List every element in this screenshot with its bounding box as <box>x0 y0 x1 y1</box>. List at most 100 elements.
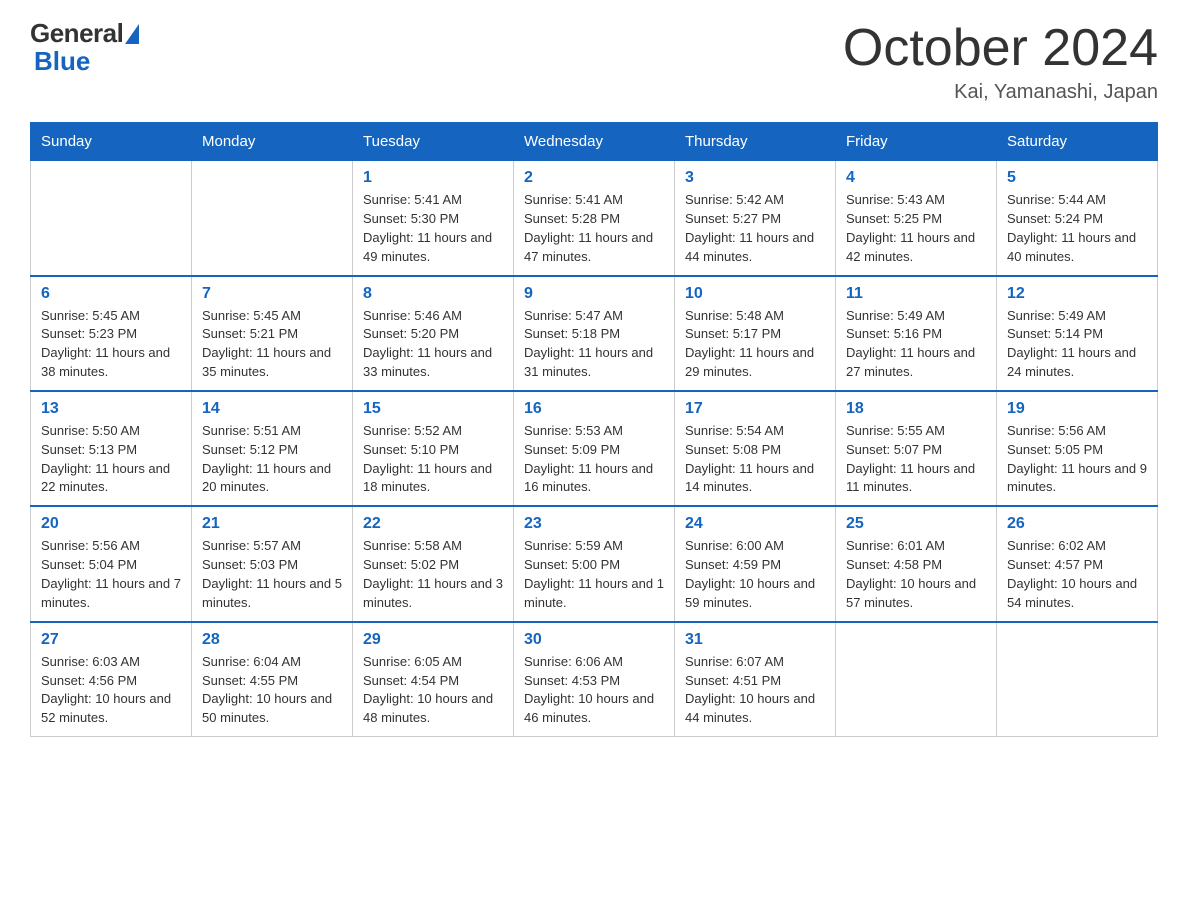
day-info: Sunrise: 5:57 AM Sunset: 5:03 PM Dayligh… <box>202 537 342 612</box>
day-info: Sunrise: 5:51 AM Sunset: 5:12 PM Dayligh… <box>202 422 342 497</box>
day-number: 26 <box>1007 515 1147 533</box>
weekday-header: Thursday <box>675 123 836 161</box>
day-info: Sunrise: 5:54 AM Sunset: 5:08 PM Dayligh… <box>685 422 825 497</box>
day-info: Sunrise: 6:04 AM Sunset: 4:55 PM Dayligh… <box>202 653 342 728</box>
day-info: Sunrise: 6:01 AM Sunset: 4:58 PM Dayligh… <box>846 537 986 612</box>
day-number: 21 <box>202 515 342 533</box>
day-info: Sunrise: 5:46 AM Sunset: 5:20 PM Dayligh… <box>363 307 503 382</box>
calendar-cell: 3Sunrise: 5:42 AM Sunset: 5:27 PM Daylig… <box>675 161 836 276</box>
weekday-header-row: SundayMondayTuesdayWednesdayThursdayFrid… <box>31 123 1158 161</box>
day-number: 10 <box>685 285 825 303</box>
logo-general-text: General <box>30 20 123 46</box>
calendar-week-row: 1 Sunrise: 5:41 AM Sunset: 5:30 PM Daylig… <box>31 161 1158 276</box>
calendar-cell: 29 Sunrise: 6:05 AM Sunset: 4:54 PM Dayli… <box>353 622 514 737</box>
day-info: Sunrise: 5:56 AM Sunset: 5:05 PM Dayligh… <box>1007 422 1147 497</box>
calendar-week-row: 27Sunrise: 6:03 AM Sunset: 4:56 PM Dayli… <box>31 622 1158 737</box>
day-number: 18 <box>846 400 986 418</box>
calendar-cell: 5 Sunrise: 5:44 AM Sunset: 5:24 PM Daylig… <box>997 161 1158 276</box>
calendar-cell: 17 Sunrise: 5:54 AM Sunset: 5:08 PM Dayli… <box>675 391 836 506</box>
calendar-cell: 22 Sunrise: 5:58 AM Sunset: 5:02 PM Dayli… <box>353 506 514 621</box>
day-info: Sunrise: 5:45 AM Sunset: 5:23 PM Dayligh… <box>41 307 181 382</box>
day-number: 25 <box>846 515 986 533</box>
calendar-cell: 16 Sunrise: 5:53 AM Sunset: 5:09 PM Dayli… <box>514 391 675 506</box>
calendar-cell: 2Sunrise: 5:41 AM Sunset: 5:28 PM Daylig… <box>514 161 675 276</box>
calendar-cell: 12 Sunrise: 5:49 AM Sunset: 5:14 PM Dayli… <box>997 276 1158 391</box>
page-header: General Blue October 2024 Kai, Yamanashi… <box>30 20 1158 104</box>
calendar-cell <box>192 161 353 276</box>
calendar-cell: 11 Sunrise: 5:49 AM Sunset: 5:16 PM Dayli… <box>836 276 997 391</box>
day-info: Sunrise: 6:05 AM Sunset: 4:54 PM Dayligh… <box>363 653 503 728</box>
weekday-header: Wednesday <box>514 123 675 161</box>
calendar-cell: 30 Sunrise: 6:06 AM Sunset: 4:53 PM Dayli… <box>514 622 675 737</box>
day-number: 30 <box>524 631 664 649</box>
calendar-week-row: 20 Sunrise: 5:56 AM Sunset: 5:04 PM Dayli… <box>31 506 1158 621</box>
location: Kai, Yamanashi, Japan <box>843 81 1158 104</box>
calendar-cell: 28Sunrise: 6:04 AM Sunset: 4:55 PM Dayli… <box>192 622 353 737</box>
calendar-week-row: 6 Sunrise: 5:45 AM Sunset: 5:23 PM Daylig… <box>31 276 1158 391</box>
calendar-cell: 9 Sunrise: 5:47 AM Sunset: 5:18 PM Daylig… <box>514 276 675 391</box>
day-number: 11 <box>846 285 986 303</box>
day-info: Sunrise: 5:41 AM Sunset: 5:30 PM Dayligh… <box>363 191 503 266</box>
calendar-cell: 26 Sunrise: 6:02 AM Sunset: 4:57 PM Dayli… <box>997 506 1158 621</box>
calendar-cell: 15 Sunrise: 5:52 AM Sunset: 5:10 PM Dayli… <box>353 391 514 506</box>
day-number: 27 <box>41 631 181 649</box>
day-info: Sunrise: 6:02 AM Sunset: 4:57 PM Dayligh… <box>1007 537 1147 612</box>
day-number: 5 <box>1007 169 1147 187</box>
logo: General Blue <box>30 20 139 74</box>
day-number: 1 <box>363 169 503 187</box>
day-info: Sunrise: 5:58 AM Sunset: 5:02 PM Dayligh… <box>363 537 503 612</box>
day-info: Sunrise: 5:44 AM Sunset: 5:24 PM Dayligh… <box>1007 191 1147 266</box>
day-number: 24 <box>685 515 825 533</box>
day-info: Sunrise: 5:55 AM Sunset: 5:07 PM Dayligh… <box>846 422 986 497</box>
day-info: Sunrise: 5:56 AM Sunset: 5:04 PM Dayligh… <box>41 537 181 612</box>
weekday-header: Sunday <box>31 123 192 161</box>
day-info: Sunrise: 5:43 AM Sunset: 5:25 PM Dayligh… <box>846 191 986 266</box>
calendar-cell: 27Sunrise: 6:03 AM Sunset: 4:56 PM Dayli… <box>31 622 192 737</box>
calendar-cell: 24 Sunrise: 6:00 AM Sunset: 4:59 PM Dayli… <box>675 506 836 621</box>
calendar-cell: 10 Sunrise: 5:48 AM Sunset: 5:17 PM Dayli… <box>675 276 836 391</box>
day-number: 29 <box>363 631 503 649</box>
day-info: Sunrise: 5:47 AM Sunset: 5:18 PM Dayligh… <box>524 307 664 382</box>
calendar-cell: 31 Sunrise: 6:07 AM Sunset: 4:51 PM Dayli… <box>675 622 836 737</box>
day-number: 6 <box>41 285 181 303</box>
day-number: 16 <box>524 400 664 418</box>
day-number: 31 <box>685 631 825 649</box>
calendar-cell <box>31 161 192 276</box>
day-info: Sunrise: 5:49 AM Sunset: 5:14 PM Dayligh… <box>1007 307 1147 382</box>
day-info: Sunrise: 6:07 AM Sunset: 4:51 PM Dayligh… <box>685 653 825 728</box>
calendar-cell: 19Sunrise: 5:56 AM Sunset: 5:05 PM Dayli… <box>997 391 1158 506</box>
day-number: 22 <box>363 515 503 533</box>
day-number: 17 <box>685 400 825 418</box>
calendar-cell: 20 Sunrise: 5:56 AM Sunset: 5:04 PM Dayli… <box>31 506 192 621</box>
weekday-header: Monday <box>192 123 353 161</box>
day-info: Sunrise: 5:49 AM Sunset: 5:16 PM Dayligh… <box>846 307 986 382</box>
weekday-header: Friday <box>836 123 997 161</box>
day-number: 2 <box>524 169 664 187</box>
day-info: Sunrise: 5:52 AM Sunset: 5:10 PM Dayligh… <box>363 422 503 497</box>
day-info: Sunrise: 5:48 AM Sunset: 5:17 PM Dayligh… <box>685 307 825 382</box>
day-number: 3 <box>685 169 825 187</box>
day-number: 12 <box>1007 285 1147 303</box>
day-number: 14 <box>202 400 342 418</box>
logo-blue-text: Blue <box>30 48 90 74</box>
day-number: 8 <box>363 285 503 303</box>
calendar-cell <box>997 622 1158 737</box>
calendar-cell: 14 Sunrise: 5:51 AM Sunset: 5:12 PM Dayli… <box>192 391 353 506</box>
day-number: 20 <box>41 515 181 533</box>
day-info: Sunrise: 5:53 AM Sunset: 5:09 PM Dayligh… <box>524 422 664 497</box>
calendar-cell: 1 Sunrise: 5:41 AM Sunset: 5:30 PM Daylig… <box>353 161 514 276</box>
calendar-cell <box>836 622 997 737</box>
day-number: 13 <box>41 400 181 418</box>
calendar-cell: 8 Sunrise: 5:46 AM Sunset: 5:20 PM Daylig… <box>353 276 514 391</box>
calendar-cell: 18 Sunrise: 5:55 AM Sunset: 5:07 PM Dayli… <box>836 391 997 506</box>
day-info: Sunrise: 6:00 AM Sunset: 4:59 PM Dayligh… <box>685 537 825 612</box>
calendar-cell: 23Sunrise: 5:59 AM Sunset: 5:00 PM Dayli… <box>514 506 675 621</box>
weekday-header: Saturday <box>997 123 1158 161</box>
day-number: 15 <box>363 400 503 418</box>
day-number: 9 <box>524 285 664 303</box>
calendar-cell: 25 Sunrise: 6:01 AM Sunset: 4:58 PM Dayli… <box>836 506 997 621</box>
day-info: Sunrise: 6:06 AM Sunset: 4:53 PM Dayligh… <box>524 653 664 728</box>
day-number: 4 <box>846 169 986 187</box>
calendar-cell: 4 Sunrise: 5:43 AM Sunset: 5:25 PM Daylig… <box>836 161 997 276</box>
calendar-table: SundayMondayTuesdayWednesdayThursdayFrid… <box>30 122 1158 737</box>
